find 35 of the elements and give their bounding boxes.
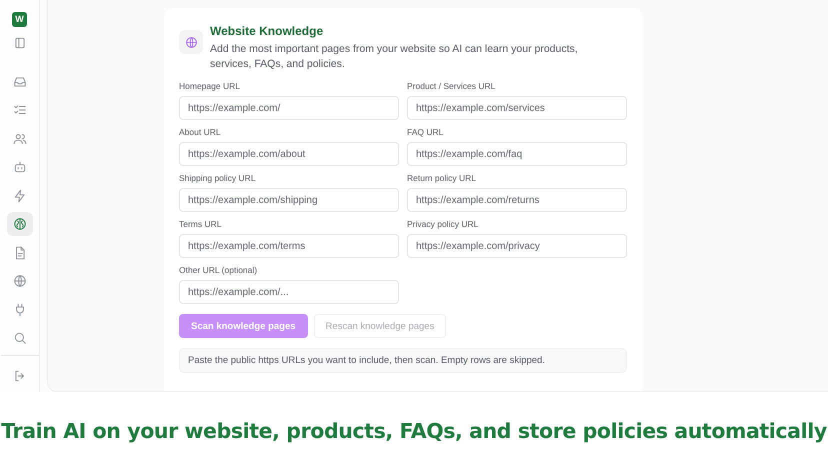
url-field[interactable]: https://example.com/... bbox=[179, 280, 399, 304]
scan-button[interactable]: Scan knowledge pages bbox=[179, 314, 308, 338]
robot-icon bbox=[12, 160, 26, 174]
url-field[interactable]: https://example.com/about bbox=[179, 142, 399, 166]
field-label: Homepage URL bbox=[179, 81, 241, 91]
globe-icon bbox=[12, 274, 26, 288]
search-icon bbox=[12, 331, 26, 346]
field-label: About URL bbox=[179, 127, 222, 137]
users-icon bbox=[12, 132, 26, 146]
field-label: FAQ URL bbox=[407, 127, 444, 137]
url-field[interactable]: https://example.com/terms bbox=[179, 234, 399, 258]
panel-icon bbox=[12, 36, 26, 50]
lightning-icon bbox=[12, 188, 26, 203]
logout-icon bbox=[12, 368, 26, 383]
inbox-icon bbox=[12, 74, 26, 89]
caption: Train AI on your website, products, FAQs, and store policies automatically bbox=[0, 419, 828, 443]
field-label: Terms URL bbox=[179, 219, 223, 229]
url-field[interactable]: https://example.com/returns bbox=[407, 188, 627, 212]
app-logo[interactable]: W bbox=[12, 12, 27, 27]
url-field[interactable]: https://example.com/services bbox=[407, 96, 627, 120]
hint-text: Paste the public https URLs you want to include, then scan. Empty rows are skipped. bbox=[179, 348, 627, 373]
field-label: Other URL (optional) bbox=[179, 265, 258, 275]
field-label: Product / Services URL bbox=[407, 81, 496, 91]
nav-item[interactable] bbox=[6, 212, 32, 236]
card-title: Website Knowledge bbox=[210, 24, 324, 38]
url-field[interactable]: https://example.com/ bbox=[179, 96, 399, 120]
card-description: Add the most important pages from your website so AI can learn your products, services, FAQs, and policies. bbox=[210, 42, 579, 72]
field-label: Return policy URL bbox=[407, 173, 477, 183]
url-field[interactable]: https://example.com/privacy bbox=[407, 234, 627, 258]
globe-badge bbox=[179, 30, 203, 54]
brain-icon bbox=[12, 217, 26, 232]
url-field[interactable]: https://example.com/faq bbox=[407, 142, 627, 166]
field-label: Shipping policy URL bbox=[179, 173, 257, 183]
url-field[interactable]: https://example.com/shipping bbox=[179, 188, 399, 212]
field-label: Privacy policy URL bbox=[407, 219, 480, 229]
